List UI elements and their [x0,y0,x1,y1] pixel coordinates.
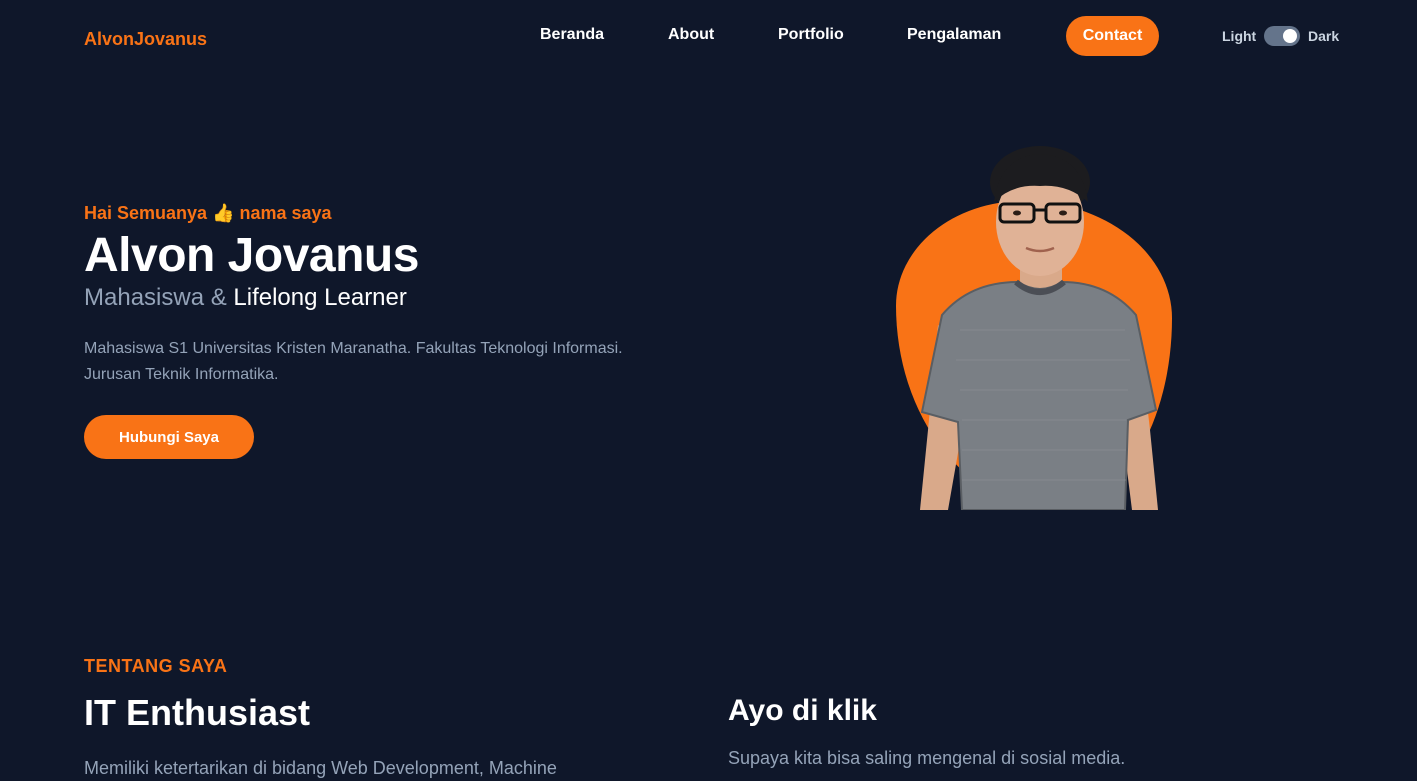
contact-button[interactable]: Contact [1066,16,1159,56]
nav-link-about[interactable]: About [668,26,714,44]
hero-greeting: Hai Semuanya 👍 nama saya [84,203,332,223]
theme-light-label: Light [1222,28,1257,44]
site-logo[interactable]: AlvonJovanus [84,29,207,50]
social-description: Supaya kita bisa saling mengenal di sosi… [728,748,1126,768]
profile-photo [900,140,1180,510]
contact-me-button[interactable]: Hubungi Saya [84,415,254,459]
theme-toggle[interactable] [1264,26,1300,46]
theme-dark-label: Dark [1308,28,1340,44]
hero-name: Alvon Jovanus [84,229,419,282]
about-title: IT Enthusiast [84,692,311,733]
about-section-tag: TENTANG SAYA [84,656,228,676]
hero-description-line-1: Mahasiswa S1 Universitas Kristen Maranat… [84,340,623,357]
social-title: Ayo di klik [728,694,877,727]
hero-role-highlight: Lifelong Learner [233,284,407,311]
hero-description: Mahasiswa S1 Universitas Kristen Maranat… [84,336,684,388]
about-description: Memiliki ketertarikan di bidang Web Deve… [84,758,557,778]
hero-role: Mahasiswa & Lifelong Learner [84,284,407,312]
nav-link-beranda[interactable]: Beranda [540,26,604,44]
theme-toggle-knob [1283,29,1297,43]
hero-role-prefix: Mahasiswa & [84,284,227,311]
nav-link-pengalaman[interactable]: Pengalaman [907,26,1001,44]
hero-description-line-2: Jurusan Teknik Informatika. [84,366,279,383]
page: AlvonJovanus Beranda About Portfolio Pen… [0,0,1417,781]
nav-link-portfolio[interactable]: Portfolio [778,26,844,44]
